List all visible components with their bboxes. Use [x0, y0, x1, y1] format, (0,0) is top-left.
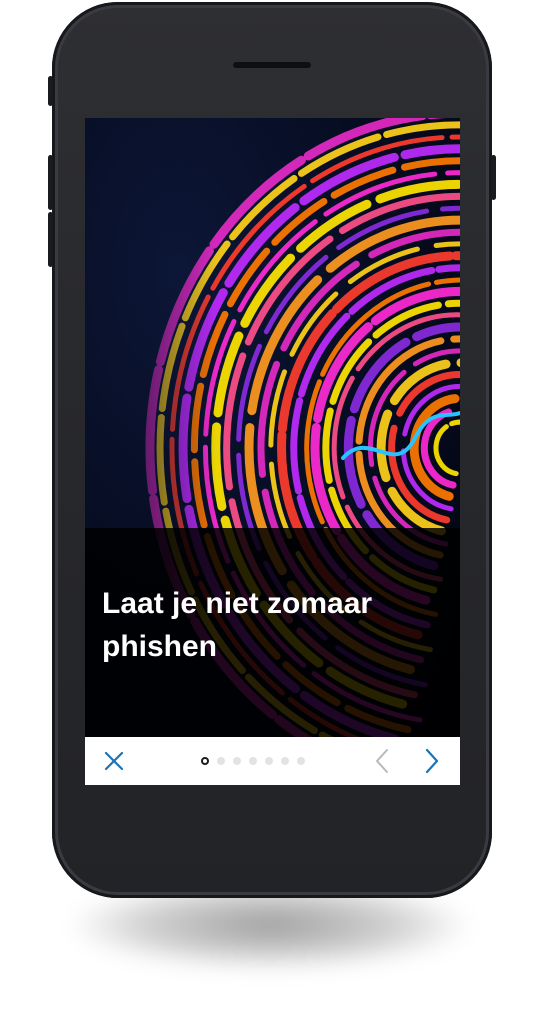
device-mockup-stage: Laat je niet zomaar phishen [0, 0, 544, 1034]
next-button[interactable] [410, 737, 454, 785]
page-dot-2[interactable] [217, 757, 225, 765]
page-dot-1[interactable] [201, 757, 209, 765]
close-icon [104, 751, 124, 771]
page-dot-3[interactable] [233, 757, 241, 765]
previous-button[interactable] [360, 737, 404, 785]
page-dot-7[interactable] [297, 757, 305, 765]
slide-navigation-bar [85, 737, 460, 785]
chevron-left-icon [376, 749, 388, 773]
fingerprint-ridge [433, 419, 460, 477]
phone-screen: Laat je niet zomaar phishen [85, 118, 460, 785]
page-dot-6[interactable] [281, 757, 289, 765]
close-button[interactable] [92, 737, 136, 785]
page-indicator [201, 756, 313, 766]
chevron-right-icon [425, 748, 439, 774]
slide-headline: Laat je niet zomaar phishen [102, 582, 432, 668]
page-dot-4[interactable] [249, 757, 257, 765]
slide-headline-line-1: Laat je niet zomaar [102, 587, 373, 620]
page-dot-5[interactable] [265, 757, 273, 765]
phone-speaker-grille [233, 62, 311, 68]
slide-headline-line-2: phishen [102, 630, 218, 663]
